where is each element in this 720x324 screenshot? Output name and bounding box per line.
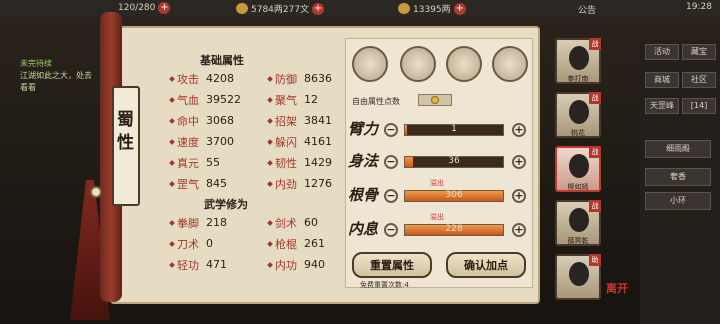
confirm-points-button[interactable]: 确认加点: [446, 252, 526, 278]
attr-gangqi: 罡气 845: [169, 175, 268, 192]
martial-inner: 内功 940: [267, 256, 348, 273]
add-stamina-button[interactable]: +: [158, 2, 171, 14]
martial-fist: 拳脚 218: [169, 214, 268, 231]
martial-arts-grid: 拳脚 218 剑术 60 刀术 0 枪棍 261 轻功 471 内功 940: [169, 214, 348, 273]
attr-dodge: 躲闪 4161: [267, 133, 348, 150]
silver-display: 5784两277文 +: [236, 2, 325, 15]
attr-parry: 招架 3841: [267, 112, 348, 129]
stat-bar[interactable]: 1: [404, 124, 504, 136]
menu-shop[interactable]: 商城: [645, 72, 679, 88]
attr-tenacity: 韧性 1429: [267, 154, 348, 171]
avatar: [569, 208, 589, 232]
menu-tiangang[interactable]: 天罡峰: [645, 98, 679, 114]
quest-notice-text: 江湖如此之大，处去看看: [20, 71, 92, 92]
yinyang-tab-icon[interactable]: [446, 46, 482, 82]
martial-spear: 枪棍 261: [267, 235, 348, 252]
character-portrait[interactable]: 战拳打南: [555, 38, 601, 84]
stat-row-breath: 内息 溢出 − 228 +: [348, 213, 532, 244]
basic-attributes-grid: 攻击 4208 防御 8636 气血 39522 聚气 12 命中 3068 招架 3841…: [169, 70, 348, 192]
menu-community[interactable]: 社区: [682, 72, 716, 88]
meridian-tab-icon[interactable]: [492, 46, 528, 82]
stamina-value: 120/280: [118, 3, 156, 13]
stat-bar[interactable]: 306: [404, 190, 504, 202]
character-name: 蜀性: [113, 110, 133, 156]
overflow-label: 溢出: [430, 213, 444, 221]
decrease-button[interactable]: −: [384, 123, 398, 137]
exit-button[interactable]: 离开: [606, 280, 628, 296]
attr-inner-power: 内劲 1276: [267, 175, 348, 192]
overflow-label: 溢出: [430, 179, 444, 187]
character-portrait[interactable]: 战薛冥乾: [555, 200, 601, 246]
attr-speed: 速度 3700: [169, 133, 268, 150]
basic-attributes-title: 基础属性: [200, 54, 244, 67]
announcement-button[interactable]: 公告: [578, 3, 596, 16]
scroll-pin: [90, 186, 102, 198]
attr-true-essence: 真元 55: [169, 154, 268, 171]
avatar: [569, 46, 589, 70]
stat-row-agility: 身法 − 36 +: [348, 150, 532, 176]
avatar: [569, 154, 589, 178]
attr-attack: 攻击 4208: [169, 70, 268, 87]
martial-sword: 剑术 60: [267, 214, 348, 231]
silver-value: 5784两277文: [251, 5, 310, 15]
stat-label: 内息: [348, 220, 379, 238]
stat-bar[interactable]: 228: [404, 224, 504, 236]
increase-button[interactable]: +: [512, 123, 526, 137]
silver-icon: [236, 3, 248, 14]
attr-hp: 气血 39522: [169, 91, 268, 108]
clock: 19:28: [686, 2, 712, 12]
add-silver-button[interactable]: +: [312, 2, 325, 15]
menu-treasure[interactable]: 藏宝: [682, 44, 716, 60]
reset-attributes-button[interactable]: 重置属性: [352, 252, 432, 278]
character-portrait-selected[interactable]: 战柳如嫣: [555, 146, 601, 192]
character-tab-icon[interactable]: [352, 46, 388, 82]
stat-bar[interactable]: 36: [404, 156, 504, 168]
menu-tiangang-count: [14]: [682, 98, 716, 114]
side-tab-xiaohuan[interactable]: 小环: [645, 192, 711, 210]
gold-value: 13395两: [413, 5, 451, 15]
equipment-tab-icon[interactable]: [400, 46, 436, 82]
character-portrait[interactable]: 战桃花: [555, 92, 601, 138]
martial-blade: 刀术 0: [169, 235, 268, 252]
avatar: [569, 262, 589, 286]
stat-label: 身法: [348, 152, 379, 170]
menu-events[interactable]: 活动: [645, 44, 679, 60]
gold-icon: [398, 3, 410, 14]
stat-row-strength: 臂力 − 1 +: [348, 118, 532, 144]
attr-qi-gather: 聚气 12: [267, 91, 348, 108]
character-portrait[interactable]: 助: [555, 254, 601, 300]
side-tab-shexiang[interactable]: 奢香: [645, 168, 711, 186]
increase-button[interactable]: +: [512, 223, 526, 237]
stat-row-constitution: 根骨 溢出 − 306 +: [348, 179, 532, 210]
free-points-label: 自由属性点数: [352, 97, 400, 106]
increase-button[interactable]: +: [512, 155, 526, 169]
stamina-display: 120/280 +: [118, 2, 171, 14]
avatar: [569, 100, 589, 124]
side-tab-xiyu[interactable]: 细雨殿: [645, 140, 711, 158]
martial-arts-title: 武学修为: [204, 198, 248, 211]
decrease-button[interactable]: −: [384, 155, 398, 169]
game-screen: 120/280 + 5784两277文 + 13395两 + 公告 19:28 …: [0, 0, 720, 324]
free-points-value: [418, 94, 452, 106]
decrease-button[interactable]: −: [384, 189, 398, 203]
stat-label: 臂力: [348, 120, 379, 138]
attr-defense: 防御 8636: [267, 70, 348, 87]
increase-button[interactable]: +: [512, 189, 526, 203]
gold-display: 13395两 +: [398, 2, 466, 15]
quest-notice[interactable]: 未完待续 江湖如此之大，处去看看: [20, 58, 94, 94]
add-gold-button[interactable]: +: [453, 2, 466, 15]
free-reset-count: 免费重置次数:4: [360, 281, 409, 289]
point-icon: [431, 96, 439, 104]
stat-label: 根骨: [348, 186, 379, 204]
quest-notice-title: 未完待续: [20, 59, 52, 68]
martial-lightness: 轻功 471: [169, 256, 268, 273]
decrease-button[interactable]: −: [384, 223, 398, 237]
attr-hit: 命中 3068: [169, 112, 268, 129]
